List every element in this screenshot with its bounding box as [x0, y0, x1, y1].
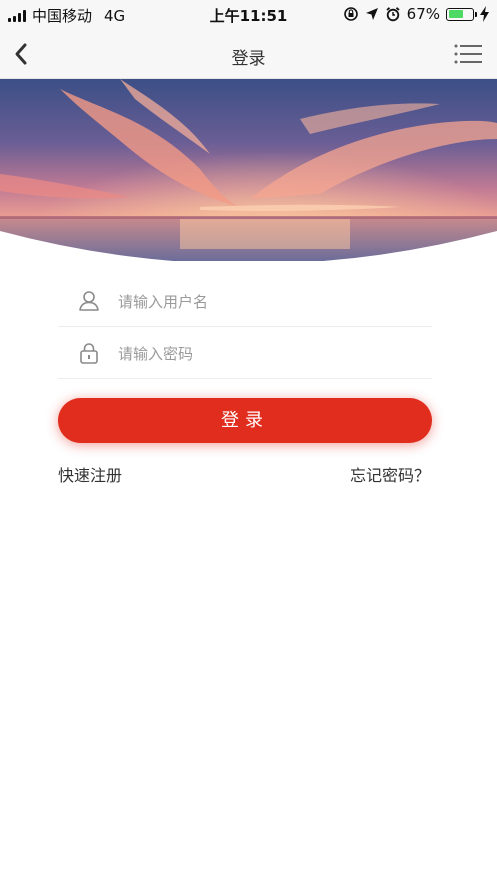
charging-icon [480, 6, 489, 22]
username-input[interactable] [116, 284, 420, 320]
menu-button[interactable] [453, 42, 483, 66]
menu-icon [454, 44, 482, 64]
user-icon [79, 291, 99, 311]
login-button[interactable]: 登录 [58, 398, 432, 443]
alarm-icon [386, 7, 400, 22]
lock-icon [80, 343, 98, 364]
page-title: 登录 [231, 49, 266, 69]
username-field [58, 276, 432, 327]
sunset-illustration [0, 79, 497, 261]
password-input[interactable] [116, 336, 420, 372]
rotation-lock-icon [343, 7, 358, 21]
battery-icon [446, 7, 477, 21]
register-link[interactable]: 快速注册 [58, 462, 122, 486]
forgot-password-link[interactable]: 忘记密码？ [350, 462, 430, 486]
password-field [58, 328, 432, 379]
status-right: 67% [343, 5, 489, 23]
banner-image [0, 79, 497, 261]
location-icon [365, 8, 378, 20]
nav-bar: 登录 [0, 30, 497, 79]
status-bar: 中国移动 4G 上午11:51 67% [0, 0, 497, 30]
battery-percent: 67% [406, 5, 440, 23]
battery-level [448, 10, 464, 18]
